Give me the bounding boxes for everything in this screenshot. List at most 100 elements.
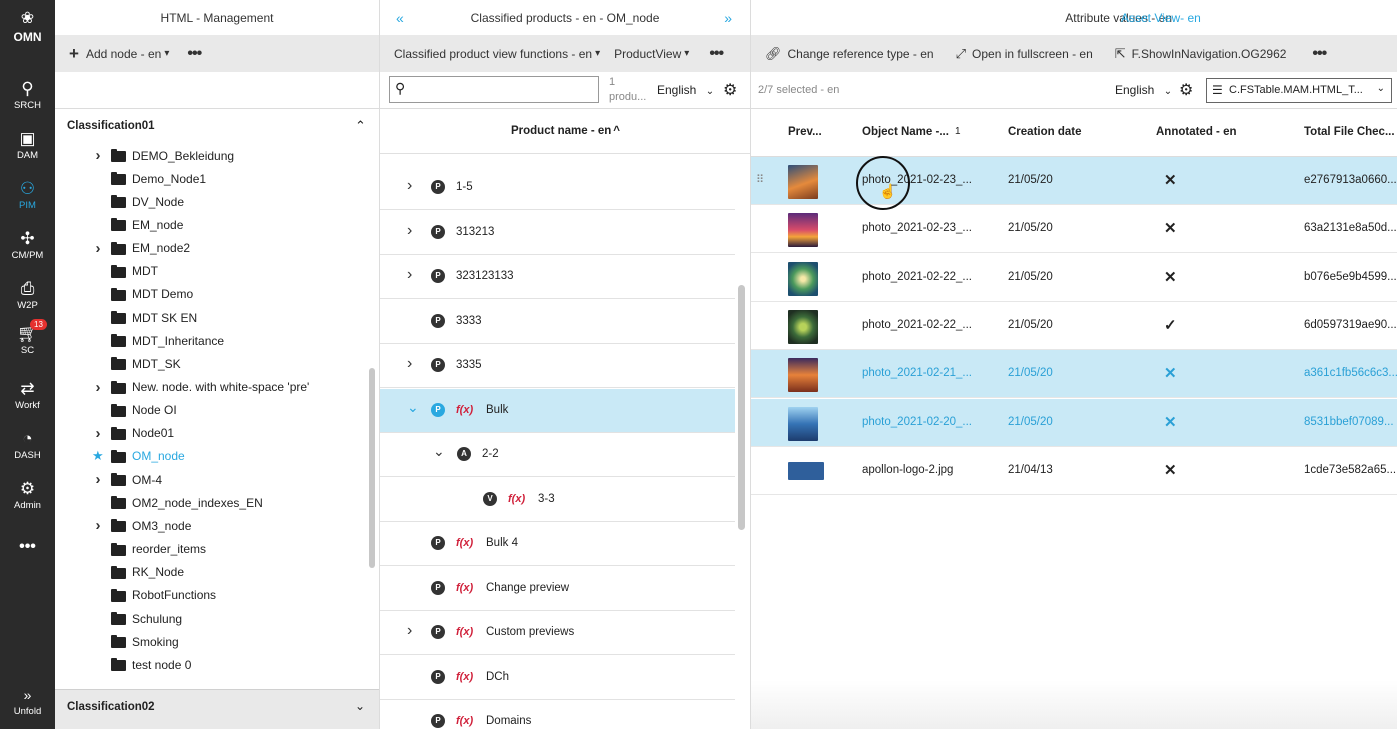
table-row[interactable]: photo_2021-02-20_... 21/05/20 8531bbef0708… [751, 398, 1397, 447]
nav-item-sc[interactable]: 🛒︎ SC 13 [0, 319, 55, 356]
more-options-icon[interactable]: ••• [1312, 45, 1327, 63]
table-row[interactable]: photo_2021-02-23_... 21/05/20 63a2131e8a50… [751, 205, 1397, 254]
column-header[interactable]: Total File Chec... [1304, 126, 1395, 138]
preview-thumbnail[interactable] [788, 461, 824, 480]
sort-indicator[interactable]: 1 [955, 126, 961, 137]
chevron-right-icon[interactable]: › [93, 471, 103, 488]
product-row[interactable]: › Pf(x) Custom previews [380, 611, 735, 655]
table-row[interactable]: ⠿ photo_2021-02-23_... 21/05/20 e2767913a06… [751, 157, 1397, 205]
tree-node[interactable]: ★ OM_node [55, 445, 365, 468]
tree-node[interactable]: Demo_Node1 [55, 167, 365, 190]
chevron-right-icon[interactable]: › [93, 517, 103, 534]
product-row[interactable]: Pf(x) Bulk 4 [380, 522, 735, 566]
collapse-left-icon[interactable]: « [396, 10, 404, 26]
chevron-down-icon[interactable]: ⌄ [407, 399, 419, 416]
section-classification01[interactable]: Classification01 [67, 120, 155, 132]
nav-item-cm-pm[interactable]: ✣ CM/PM [0, 230, 55, 262]
search-input[interactable]: ⚲ [389, 76, 599, 103]
nav-item-admin[interactable]: ⚙ Admin [0, 480, 55, 512]
view-dropdown[interactable]: ProductView ▾ [614, 47, 689, 61]
tree-node[interactable]: EM_node [55, 213, 365, 236]
tree-node[interactable]: › OM-4 [55, 468, 365, 491]
nav-item-srch[interactable]: ⚲ SRCH [0, 80, 55, 112]
nav-item-pim[interactable]: ⚇ PIM [0, 180, 55, 212]
gear-icon[interactable]: ⚙ [723, 80, 737, 100]
preview-thumbnail[interactable] [788, 406, 818, 441]
nav-item-dam[interactable]: ▣ DAM [0, 130, 55, 162]
more-button[interactable]: ••• [0, 538, 55, 556]
chevron-right-icon[interactable]: › [407, 355, 412, 373]
product-row[interactable]: › P 3335 [380, 344, 735, 388]
language-select[interactable]: English ⌄ [657, 83, 714, 97]
preview-thumbnail[interactable] [788, 213, 818, 248]
column-header[interactable]: Creation date [1008, 126, 1082, 138]
tree-node[interactable]: Node OI [55, 399, 365, 422]
table-row[interactable]: photo_2021-02-22_... 21/05/20 6d0597319ae9… [751, 302, 1397, 350]
nav-item-workf[interactable]: ⇄ Workf [0, 380, 55, 412]
tree-node[interactable]: › EM_node2 [55, 237, 365, 260]
tree-node[interactable]: MDT_Inheritance [55, 329, 365, 352]
tree-node[interactable]: RobotFunctions [55, 584, 365, 607]
chevron-right-icon[interactable]: › [407, 622, 412, 640]
more-options-icon[interactable]: ••• [187, 45, 202, 63]
tree-node[interactable]: MDT [55, 260, 365, 283]
tree-node[interactable]: › New. node. with white-space 'pre' [55, 376, 365, 399]
more-options-icon[interactable]: ••• [709, 45, 724, 63]
unfold-button[interactable]: » Unfold [0, 686, 55, 717]
drag-handle-icon[interactable]: ⠿ [756, 173, 764, 186]
add-node-button[interactable]: + Add node - en ▾ [69, 44, 169, 64]
chevron-down-icon[interactable]: ⌄ [433, 443, 445, 460]
table-row[interactable]: photo_2021-02-21_... 21/05/20 a361c1fb56c6… [751, 350, 1397, 399]
tab-asset-view[interactable]: Asset View- en [1121, 11, 1201, 25]
nav-item-w2p[interactable]: ⎙ W2P [0, 280, 55, 312]
product-row[interactable]: ⌄ Pf(x) Bulk [380, 388, 735, 433]
chevron-down-icon[interactable]: ⌄ [355, 699, 365, 713]
tree-node[interactable]: › Node01 [55, 422, 365, 445]
tree-node[interactable]: Smoking [55, 630, 365, 653]
tree-node[interactable]: › OM3_node [55, 514, 365, 537]
chevron-right-icon[interactable]: › [407, 266, 412, 284]
tree-node[interactable]: RK_Node [55, 561, 365, 584]
product-row[interactable]: Pf(x) Domains [380, 700, 735, 729]
change-reference-type-button[interactable]: 🔗︎ Change reference type - en [765, 46, 934, 62]
product-row[interactable]: Pf(x) Change preview [380, 567, 735, 611]
product-row[interactable]: ⌄ A 2-2 [380, 433, 735, 477]
language-select[interactable]: English ⌄ [1115, 83, 1172, 97]
section-classification02[interactable]: Classification02 [67, 701, 155, 713]
fullscreen-button[interactable]: ⤢ Open in fullscreen - en [956, 46, 1093, 62]
product-row[interactable]: › P 1-5 [380, 166, 735, 210]
product-row[interactable]: › P 313213 [380, 211, 735, 255]
tree-node[interactable]: Schulung [55, 607, 365, 630]
view-functions-dropdown[interactable]: Classified product view functions - en ▾ [394, 47, 600, 61]
scrollbar[interactable] [738, 285, 745, 530]
tree-node[interactable]: MDT Demo [55, 283, 365, 306]
preview-thumbnail[interactable] [788, 261, 818, 296]
scrollbar[interactable] [369, 368, 375, 568]
tree-node[interactable]: reorder_items [55, 538, 365, 561]
tree-node[interactable]: MDT SK EN [55, 306, 365, 329]
table-config-select[interactable]: ☰ C.FSTable.MAM.HTML_T... ⌄ [1206, 78, 1392, 103]
gear-icon[interactable]: ⚙ [1179, 80, 1193, 100]
expand-right-icon[interactable]: » [724, 10, 732, 26]
product-row[interactable]: Pf(x) DCh [380, 656, 735, 700]
table-row[interactable]: apollon-logo-2.jpg 21/04/13 1cde73e582a65.… [751, 447, 1397, 495]
tree-node[interactable]: OM2_node_indexes_EN [55, 491, 365, 514]
table-row[interactable]: photo_2021-02-22_... 21/05/20 b076e5e9b459… [751, 254, 1397, 302]
chevron-right-icon[interactable]: › [93, 425, 103, 442]
preview-thumbnail[interactable] [788, 165, 818, 199]
product-row[interactable]: P 3333 [380, 300, 735, 344]
column-header[interactable]: Prev... [788, 126, 822, 138]
show-in-navigation-button[interactable]: ⇱ F.ShowInNavigation.OG2962 [1115, 46, 1287, 62]
product-row[interactable]: Vf(x) 3-3 [380, 478, 735, 522]
tree-node[interactable]: test node 0 [55, 653, 365, 676]
nav-item-dash[interactable]: ◔ DASH [0, 430, 55, 462]
tree-node[interactable]: MDT_SK [55, 352, 365, 375]
chevron-right-icon[interactable]: › [93, 240, 103, 257]
preview-thumbnail[interactable] [788, 309, 818, 344]
tree-node[interactable]: › DEMO_Bekleidung [55, 144, 365, 167]
chevron-up-icon[interactable]: ⌃ [355, 118, 366, 134]
chevron-right-icon[interactable]: › [407, 222, 412, 240]
column-header-product-name[interactable]: Product name - en ^ [380, 110, 750, 154]
tree-node[interactable]: DV_Node [55, 190, 365, 213]
column-header[interactable]: Object Name -... [862, 126, 949, 138]
